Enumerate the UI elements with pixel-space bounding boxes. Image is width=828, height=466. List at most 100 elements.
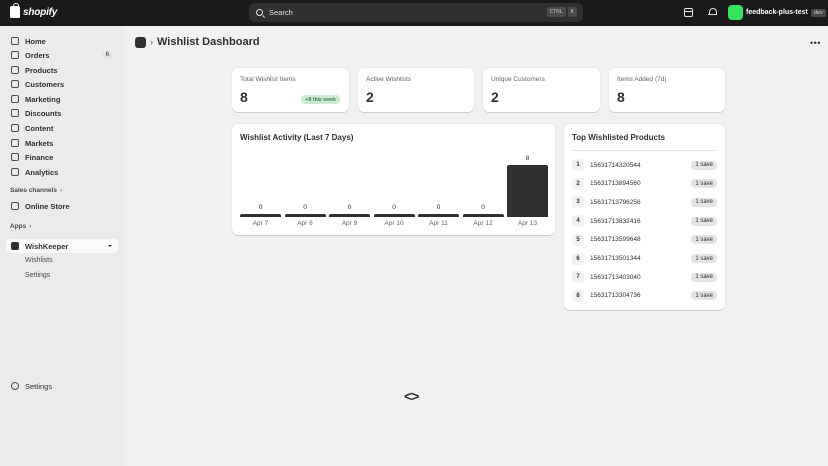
stat-card-total-items: Total Wishlist Items 8 +8 this week [232, 68, 349, 112]
chart-bar [240, 214, 281, 217]
discounts-icon [11, 109, 19, 117]
sidebar-item-orders[interactable]: Orders 6 [6, 48, 118, 62]
sidebar-item-label: WishKeeper [25, 241, 69, 251]
x-tick-label: Apr 11 [429, 220, 448, 227]
sidebar-item-finance[interactable]: Finance [6, 150, 118, 164]
list-item[interactable]: 3 15631713796256 1 save [572, 195, 717, 209]
marketing-icon [11, 95, 19, 103]
chevron-right-icon: › [29, 223, 32, 230]
search-bar[interactable]: Search CTRL K [249, 3, 583, 22]
sidebar-item-analytics[interactable]: Analytics [6, 165, 118, 179]
sales-channels-heading[interactable]: Sales channels › [10, 187, 62, 194]
sidebar-item-label: Orders [25, 50, 50, 60]
bell-icon[interactable] [708, 8, 717, 17]
stat-card-unique-customers: Unique Customers 2 [483, 68, 600, 112]
save-count-badge: 1 save [691, 272, 717, 282]
x-tick-label: Apr 7 [252, 220, 269, 227]
chevron-right-icon: › [59, 187, 63, 194]
products-icon [11, 66, 19, 74]
list-item[interactable]: 2 15631713894560 1 save [572, 177, 717, 191]
sidebar-item-online-store[interactable]: Online Store [6, 199, 118, 213]
kbd-k: K [567, 7, 577, 17]
x-tick-label: Apr 13 [517, 220, 538, 227]
rank-badge: 5 [572, 233, 584, 246]
bar-value-label: 0 [481, 204, 485, 211]
breadcrumb: › Wishlist Dashboard [135, 36, 260, 48]
sales-channels-label: Sales channels [10, 187, 57, 194]
bar-group: 0 Apr 7 [240, 124, 281, 234]
search-placeholder: Search [269, 8, 293, 17]
sidebar-item-products[interactable]: Products [6, 63, 118, 77]
bar-value-label: 0 [303, 204, 307, 211]
save-count-badge: 1 save [691, 160, 717, 170]
sidebar-item-label: Online Store [25, 201, 70, 211]
list-item[interactable]: 6 15631713501344 1 save [572, 252, 717, 266]
rank-badge: 8 [572, 289, 584, 302]
x-tick-label: Apr 10 [384, 220, 404, 227]
sidebar-item-label: Home [25, 36, 46, 46]
sidebar-item-customers[interactable]: Customers [6, 77, 118, 91]
sidebar-item-wishkeeper[interactable]: WishKeeper [6, 239, 118, 253]
sidebar-item-home[interactable]: Home [6, 34, 118, 48]
customers-icon [11, 80, 19, 88]
list-item[interactable]: 8 15631713304736 1 save [572, 289, 717, 303]
stat-value: 2 [366, 89, 374, 105]
rank-badge: 2 [572, 177, 584, 190]
list-item[interactable]: 4 15631713832416 1 save [572, 214, 717, 228]
stat-label: Active Wishlists [366, 76, 412, 83]
rank-badge: 3 [572, 196, 584, 209]
bar-value-label: 8 [525, 155, 530, 162]
sidebar-item-settings[interactable]: Settings [6, 379, 118, 393]
sidebar-item-label: Content [25, 123, 54, 133]
sidebar-item-discounts[interactable]: Discounts [6, 106, 118, 120]
pin-icon[interactable] [108, 245, 112, 247]
save-count-badge: 1 save [691, 291, 717, 301]
orders-icon [11, 51, 19, 59]
sidebar-subitem-settings[interactable]: Settings [25, 272, 50, 279]
sidebar-item-content[interactable]: Content [6, 121, 118, 135]
list-item[interactable]: 5 15631713599648 1 save [572, 233, 717, 247]
chart-bar [462, 214, 504, 217]
more-actions-icon[interactable]: ••• [810, 38, 821, 48]
bar-group: 0 Apr 10 [373, 124, 415, 234]
store-icon[interactable] [684, 8, 693, 17]
list-item[interactable]: 7 15631713403040 1 save [572, 270, 717, 284]
rank-badge: 4 [572, 215, 584, 228]
stat-card-items-added: Items Added (7d) 8 [609, 68, 725, 112]
save-count-badge: 1 save [691, 197, 717, 207]
product-id: 15631713403040 [590, 273, 641, 281]
sidebar-item-label: Markets [25, 138, 54, 148]
wishkeeper-app-icon[interactable] [135, 36, 146, 48]
save-count-badge: 1 save [691, 254, 717, 263]
store-avatar [728, 5, 743, 20]
product-id: 15631713599648 [590, 236, 641, 244]
save-count-badge: 1 save [691, 216, 717, 226]
sidebar-item-label: Customers [25, 79, 65, 89]
stat-value: 8 [240, 89, 248, 105]
page-title: Wishlist Dashboard [157, 36, 260, 48]
sidebar-item-marketing[interactable]: Marketing [6, 92, 118, 106]
search-icon [256, 9, 263, 16]
sidebar-item-label: Settings [25, 381, 53, 391]
shopify-logo[interactable]: shopify [10, 3, 57, 18]
kbd-ctrl: CTRL [546, 7, 566, 17]
sidebar-item-label: Discounts [25, 108, 62, 118]
code-icon[interactable]: <> [404, 388, 419, 404]
sidebar-item-label: Analytics [25, 167, 59, 177]
rank-badge: 6 [572, 252, 584, 265]
stat-card-active-wishlists: Active Wishlists 2 [358, 68, 474, 112]
finance-icon [11, 153, 19, 161]
sidebar-subitem-wishlists[interactable]: Wishlists [25, 257, 53, 264]
bar-value-label: 0 [436, 204, 441, 211]
x-tick-label: Apr 8 [297, 220, 313, 227]
sidebar-item-markets[interactable]: Markets [6, 136, 118, 150]
save-count-badge: 1 save [691, 179, 717, 189]
list-item[interactable]: 1 15631714320544 1 save [572, 158, 717, 172]
apps-heading[interactable]: Apps › [10, 223, 31, 230]
content-icon [11, 124, 19, 132]
bar-group: 0 Apr 11 [418, 124, 459, 234]
status-badge: +8 this week [301, 95, 340, 104]
sidebar-item-label: Finance [25, 152, 54, 162]
dev-badge: dev [810, 8, 826, 17]
account-menu[interactable]: feedback-plus-test dev [728, 5, 826, 20]
